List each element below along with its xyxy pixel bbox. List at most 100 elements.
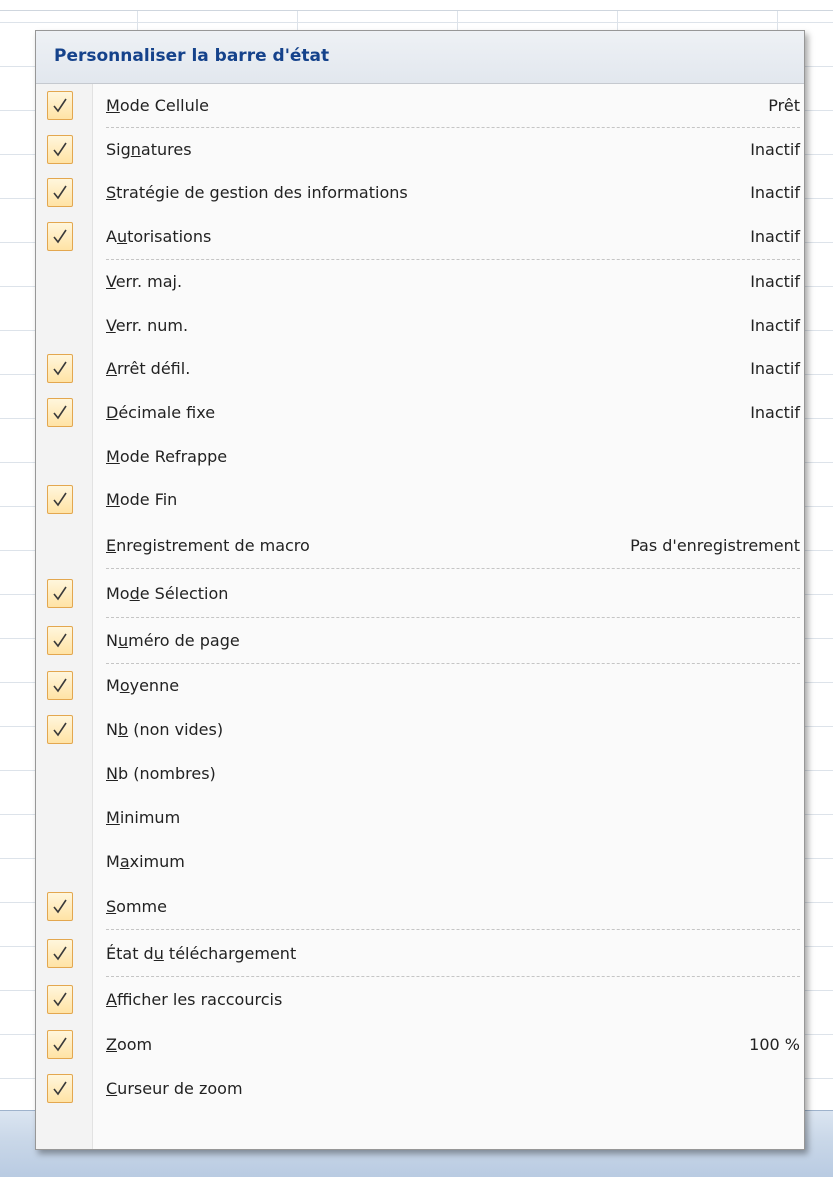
- menu-item-label: Somme: [106, 897, 167, 916]
- access-key: N: [106, 764, 118, 783]
- label-text: e Sélection: [139, 584, 229, 603]
- menu-item-label: Verr. maj.: [106, 272, 182, 291]
- menu-item[interactable]: Signatures Inactif: [36, 128, 804, 171]
- checkmark-icon: [47, 222, 73, 251]
- label-text: N: [106, 631, 118, 650]
- checkmark-icon: [47, 715, 73, 744]
- checkmark-icon: [47, 985, 73, 1014]
- menu-item[interactable]: Mode Cellule Prêt: [36, 83, 804, 128]
- checkmark-icon: [47, 671, 73, 700]
- menu-item-label: Nb (non vides): [106, 720, 223, 739]
- menu-item-value: Inactif: [750, 403, 800, 422]
- menu-item-label: Décimale fixe: [106, 403, 215, 422]
- label-text: M: [106, 676, 120, 695]
- menu-item-label: Nb (nombres): [106, 764, 216, 783]
- access-key: Z: [106, 1035, 117, 1054]
- menu-item[interactable]: Mode Fin: [36, 478, 804, 522]
- checkmark-icon: [47, 178, 73, 207]
- menu-item[interactable]: Verr. maj. Inactif: [36, 260, 804, 304]
- label-text: urseur de zoom: [117, 1079, 243, 1098]
- label-text: oom: [116, 1035, 153, 1054]
- menu-item-label: Numéro de page: [106, 631, 240, 650]
- menu-item[interactable]: Maximum: [36, 840, 804, 884]
- menu-item-label: Minimum: [106, 808, 180, 827]
- label-text: écimale fixe: [118, 403, 216, 422]
- menu-item-value: Prêt: [768, 96, 800, 115]
- menu-item-label: Stratégie de gestion des informations: [106, 183, 408, 202]
- label-text: M: [106, 852, 120, 871]
- menu-item[interactable]: Numéro de page: [36, 618, 804, 664]
- menu-item-label: Arrêt défil.: [106, 359, 190, 378]
- label-text: Mo: [106, 584, 130, 603]
- menu-item-label: Enregistrement de macro: [106, 536, 310, 555]
- menu-item-label: Autorisations: [106, 227, 211, 246]
- checkmark-icon: [47, 485, 73, 514]
- access-key: b: [117, 720, 129, 739]
- label-text: nregistrement de macro: [116, 536, 310, 555]
- menu-item[interactable]: Mode Sélection: [36, 569, 804, 618]
- label-text: atures: [140, 140, 192, 159]
- access-key: V: [106, 316, 116, 335]
- checkmark-icon: [47, 579, 73, 608]
- menu-item[interactable]: Décimale fixe Inactif: [36, 391, 804, 435]
- label-text: Sig: [106, 140, 131, 159]
- label-text: yenne: [129, 676, 180, 695]
- menu-item-label: Verr. num.: [106, 316, 188, 335]
- menu-item-value: Inactif: [750, 140, 800, 159]
- label-text: A: [106, 227, 117, 246]
- access-key: V: [106, 272, 116, 291]
- checkmark-icon: [47, 626, 73, 655]
- access-key: n: [130, 140, 141, 159]
- access-key: S: [106, 183, 117, 202]
- menu-item[interactable]: Arrêt défil. Inactif: [36, 347, 804, 391]
- menu-item[interactable]: Nb (non vides): [36, 708, 804, 752]
- menu-item-label: Mode Fin: [106, 490, 177, 509]
- menu-item[interactable]: Stratégie de gestion des informations Ina…: [36, 171, 804, 214]
- access-key: A: [106, 359, 117, 378]
- label-text: ode Fin: [119, 490, 178, 509]
- menu-item[interactable]: Somme: [36, 884, 804, 930]
- menu-item[interactable]: Zoom 100 %: [36, 1023, 804, 1067]
- access-key: S: [106, 897, 117, 916]
- checkmark-icon: [47, 135, 73, 164]
- menu-item-label: Moyenne: [106, 676, 179, 695]
- label-text: b (nombres): [117, 764, 216, 783]
- access-key: o: [119, 676, 130, 695]
- label-text: ximum: [129, 852, 185, 871]
- access-key: u: [116, 227, 128, 246]
- menu-item[interactable]: Autorisations Inactif: [36, 214, 804, 260]
- menu-item[interactable]: Minimum: [36, 796, 804, 840]
- menu-item[interactable]: Mode Refrappe: [36, 435, 804, 478]
- menu-item[interactable]: Moyenne: [36, 664, 804, 708]
- label-text: inimum: [119, 808, 181, 827]
- menu-item[interactable]: État du téléchargement: [36, 930, 804, 977]
- menu-item[interactable]: Nb (nombres): [36, 752, 804, 796]
- menu-item-value: Inactif: [750, 183, 800, 202]
- menu-title: Personnaliser la barre d'état: [54, 46, 330, 66]
- label-text: fficher les raccourcis: [116, 990, 283, 1009]
- label-text: État d: [106, 944, 154, 963]
- label-text: rrêt défil.: [116, 359, 191, 378]
- menu-item[interactable]: Verr. num. Inactif: [36, 304, 804, 347]
- label-text: omme: [116, 897, 167, 916]
- menu-item[interactable]: Enregistrement de macro Pas d'enregistrem…: [36, 522, 804, 569]
- access-key: a: [119, 852, 130, 871]
- label-text: err. maj.: [115, 272, 183, 291]
- label-text: (non vides): [128, 720, 224, 739]
- access-key: E: [106, 536, 117, 555]
- menu-item-value: Inactif: [750, 316, 800, 335]
- access-key: u: [153, 944, 164, 963]
- label-text: méro de page: [128, 631, 240, 650]
- access-key: u: [117, 631, 129, 650]
- menu-item-value: Pas d'enregistrement: [630, 536, 800, 555]
- label-text: err. num.: [115, 316, 189, 335]
- access-key: M: [106, 808, 120, 827]
- menu-item-label: Afficher les raccourcis: [106, 990, 282, 1009]
- label-text: ode Cellule: [119, 96, 210, 115]
- label-text: tratégie de gestion des informations: [116, 183, 408, 202]
- menu-item[interactable]: Afficher les raccourcis: [36, 977, 804, 1023]
- label-text: N: [106, 720, 118, 739]
- menu-item[interactable]: Curseur de zoom: [36, 1067, 804, 1110]
- access-key: M: [106, 96, 120, 115]
- menu-item-value: Inactif: [750, 359, 800, 378]
